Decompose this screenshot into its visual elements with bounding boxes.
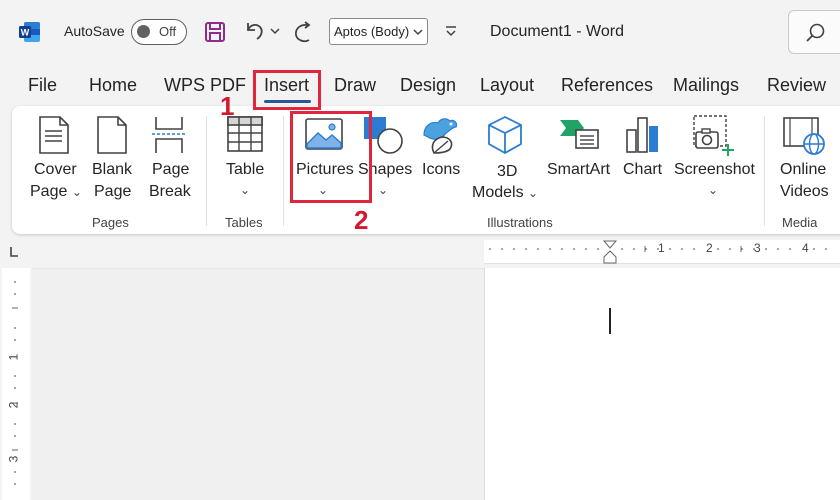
chevron-down-icon: ⌄ — [528, 186, 539, 200]
ruler-tick-label: 3 — [6, 455, 21, 463]
word-logo-icon[interactable]: W — [18, 20, 42, 44]
table-button[interactable]: Table ⌄ — [220, 112, 270, 202]
smartart-icon — [560, 120, 599, 149]
3d-models-button[interactable]: 3D Models ⌄ — [470, 112, 540, 202]
search-icon — [806, 23, 825, 42]
ruler-tick-label: 2 — [706, 241, 713, 255]
tab-file[interactable]: File — [28, 75, 57, 96]
blank-page-label-1: Blank — [92, 161, 133, 178]
page-break-label-2: Break — [149, 183, 191, 200]
blank-page-label-2: Page — [94, 183, 132, 200]
tab-design[interactable]: Design — [400, 75, 456, 96]
toggle-knob — [137, 25, 150, 38]
annotation-highlight-insert-tab — [253, 70, 321, 110]
ribbon-tabs: File Home WPS PDF Insert Draw Design Lay… — [0, 64, 840, 106]
ruler-tick-label: 2 — [6, 401, 21, 409]
tab-mailings[interactable]: Mailings — [673, 75, 739, 96]
tab-review[interactable]: Review — [767, 75, 826, 96]
chevron-down-icon: ⌄ — [378, 183, 389, 197]
horizontal-ruler[interactable]: 1 2 3 4 — [484, 240, 840, 264]
icons-icon — [423, 118, 458, 154]
chevron-down-icon: ⌄ — [240, 183, 251, 197]
ruler-tick-label: 1 — [658, 241, 665, 255]
document-page[interactable] — [484, 268, 840, 500]
document-title: Document1 - Word — [490, 23, 624, 40]
blank-page-button[interactable]: Blank Page — [90, 112, 134, 202]
tab-home[interactable]: Home — [89, 75, 137, 96]
icons-button[interactable]: Icons — [418, 112, 462, 202]
chart-icon — [626, 117, 658, 153]
vertical-ruler[interactable]: 1 2 3 — [2, 268, 30, 500]
title-bar: W AutoSave Off Aptos (Body) Document1 - … — [0, 0, 840, 64]
smartart-button[interactable]: SmartArt — [544, 112, 614, 202]
group-label-tables: Tables — [225, 215, 263, 230]
page-break-label-1: Page — [152, 161, 190, 178]
text-cursor — [609, 308, 611, 334]
svg-text:W: W — [21, 28, 30, 38]
tab-selector-icon[interactable] — [10, 247, 18, 257]
blank-page-icon — [97, 116, 127, 154]
smartart-label: SmartArt — [547, 161, 611, 178]
cover-page-button[interactable]: Cover Page ⌄ — [28, 112, 82, 202]
group-separator — [283, 116, 284, 226]
page-break-button[interactable]: Page Break — [146, 112, 192, 202]
cover-page-label-1: Cover — [34, 161, 77, 178]
icons-label: Icons — [422, 161, 461, 178]
font-name-dropdown[interactable]: Aptos (Body) — [329, 18, 428, 45]
annotation-highlight-pictures — [290, 111, 372, 203]
group-label-media: Media — [782, 215, 818, 230]
screenshot-label: Screenshot — [674, 161, 755, 178]
group-separator — [206, 116, 207, 226]
save-icon[interactable] — [204, 21, 226, 43]
undo-dropdown-icon[interactable] — [270, 27, 280, 35]
page-break-icon — [152, 117, 186, 153]
search-button[interactable] — [788, 10, 840, 54]
group-label-pages: Pages — [92, 215, 129, 230]
annotation-step-2: 2 — [354, 205, 369, 235]
chart-button[interactable]: Chart — [620, 112, 666, 202]
online-videos-label-2: Videos — [780, 183, 829, 200]
cover-page-icon — [39, 116, 69, 154]
redo-icon[interactable] — [291, 19, 317, 45]
customize-quick-access-icon[interactable] — [444, 24, 458, 38]
cover-page-label-2: Page ⌄ — [30, 183, 82, 200]
3d-cube-icon — [488, 115, 522, 155]
annotation-step-1: 1 — [220, 91, 235, 121]
tab-draw[interactable]: Draw — [334, 75, 376, 96]
chevron-down-icon: ⌄ — [71, 185, 82, 199]
tab-references[interactable]: References — [561, 75, 653, 96]
table-label: Table — [226, 161, 265, 178]
3d-models-label-2: Models ⌄ — [472, 184, 539, 201]
ruler-tick-label: 1 — [6, 353, 21, 361]
group-separator — [764, 116, 765, 226]
font-name-value: Aptos (Body) — [334, 24, 410, 39]
3d-models-label-1: 3D — [497, 163, 518, 180]
screenshot-button[interactable]: Screenshot ⌄ — [672, 112, 756, 202]
ruler-tick-label: 3 — [754, 241, 761, 255]
screenshot-icon — [693, 115, 734, 156]
chevron-down-icon — [413, 29, 423, 36]
group-label-illustrations: Illustrations — [487, 215, 553, 230]
autosave-label: AutoSave — [64, 23, 125, 39]
tab-layout[interactable]: Layout — [480, 75, 534, 96]
ruler-tick-label: 4 — [802, 241, 809, 255]
undo-icon[interactable] — [242, 19, 266, 43]
ruler-ticks — [12, 281, 18, 485]
online-video-icon — [783, 117, 825, 155]
autosave-state: Off — [159, 24, 177, 39]
online-videos-button[interactable]: Online Videos — [772, 112, 832, 202]
online-videos-label-1: Online — [780, 161, 827, 178]
autosave-toggle[interactable]: Off — [131, 19, 187, 45]
chart-label: Chart — [623, 161, 663, 178]
chevron-down-icon: ⌄ — [708, 183, 719, 197]
